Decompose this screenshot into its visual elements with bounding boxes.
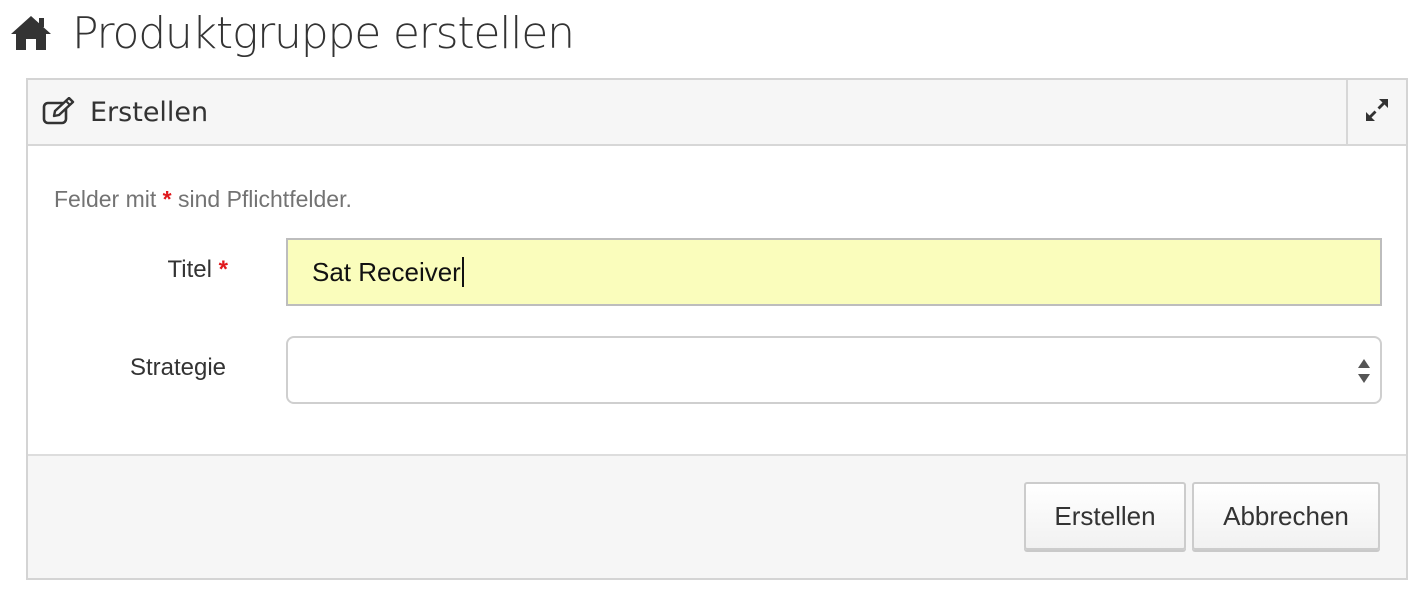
cancel-button[interactable]: Abbrechen [1192,482,1380,550]
expand-icon [1364,97,1390,128]
page-title: Produktgruppe erstellen [72,7,575,59]
select-arrows-icon [1356,356,1372,386]
expand-button[interactable] [1346,80,1406,144]
strategie-select[interactable] [286,336,1382,404]
required-fields-note: Felder mit * sind Pflichtfelder. [54,186,352,213]
home-icon[interactable] [10,14,52,52]
panel-footer: Erstellen Abbrechen [28,454,1406,578]
titel-required-star: * [218,256,228,283]
page-header: Produktgruppe erstellen [10,0,575,66]
create-panel: Erstellen Felder mit * sind Pflichtfelde… [26,78,1408,580]
titel-label-text: Titel [167,256,212,283]
required-note-prefix: Felder mit [54,186,157,212]
create-button[interactable]: Erstellen [1024,482,1186,550]
titel-input[interactable]: Sat Receiver [286,238,1382,306]
text-caret [461,257,464,287]
strategie-label: Strategie [129,354,226,381]
titel-label: Titel * [128,256,228,284]
required-star: * [162,186,172,212]
edit-icon [42,97,76,127]
panel-heading: Erstellen [28,80,1406,146]
required-note-suffix: sind Pflichtfelder. [177,186,352,212]
titel-input-value: Sat Receiver [312,256,461,287]
panel-title: Erstellen [90,96,209,128]
